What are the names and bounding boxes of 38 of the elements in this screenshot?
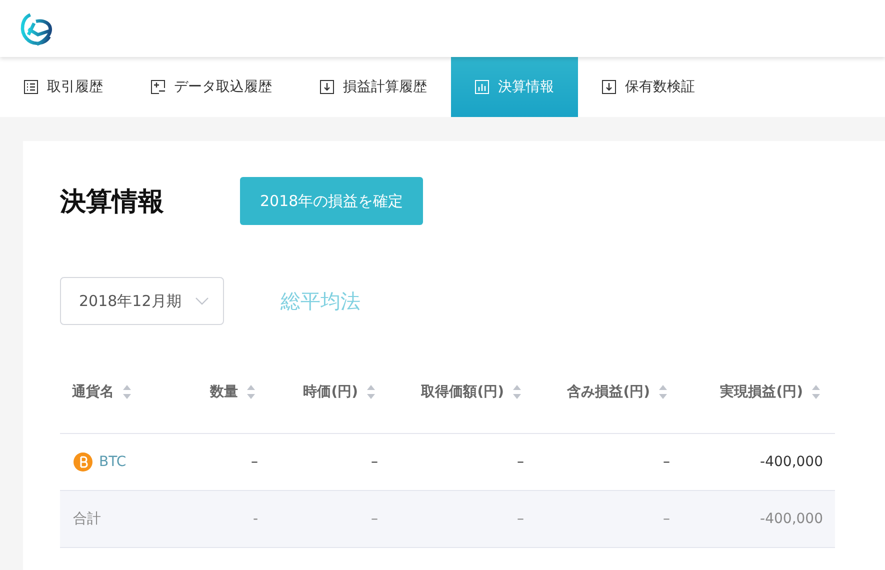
table-cell: – [517,511,524,527]
sort-icon[interactable] [122,384,132,400]
download-icon [602,80,616,94]
column-header: 含み損益(円) [567,383,650,401]
currency-name: BTC [99,454,126,470]
list-icon [24,80,38,94]
coin-icon [73,452,93,472]
column-header: 実現損益(円) [720,383,803,401]
column-header: 時価(円) [303,383,358,401]
period-select[interactable]: 2018年12月期 [60,277,224,325]
nav-tab[interactable]: 保有数検証 [578,57,719,117]
table-cell: - [252,511,258,527]
table-cell: – [251,454,258,470]
table-cell: – [663,511,670,527]
column-header: 通貨名 [72,383,114,401]
nav-tab[interactable]: 取引履歴 [0,57,127,117]
page-title: 決算情報 [60,186,164,218]
table-cell: – [371,454,378,470]
column-header: 取得価額(円) [421,383,504,401]
nav-tab[interactable]: 損益計算履歴 [296,57,451,117]
download-icon [320,80,334,94]
table-cell: – [371,511,378,527]
column-header: 数量 [210,383,238,401]
sort-icon[interactable] [366,384,376,400]
nav-tab[interactable]: データ取込履歴 [127,57,296,117]
sort-icon[interactable] [246,384,256,400]
caret-icon [195,297,210,305]
method-label: 総平均法 [280,288,360,314]
sort-icon[interactable] [512,384,522,400]
table-cell: -400,000 [760,454,823,470]
table-cell: – [663,454,670,470]
plus-box-icon [151,80,165,94]
bar-chart-icon [475,80,489,94]
sort-icon[interactable] [658,384,668,400]
total-label: 合計 [73,510,101,528]
table-cell: -400,000 [760,511,823,527]
table-cell: – [517,454,524,470]
sort-icon[interactable] [811,384,821,400]
